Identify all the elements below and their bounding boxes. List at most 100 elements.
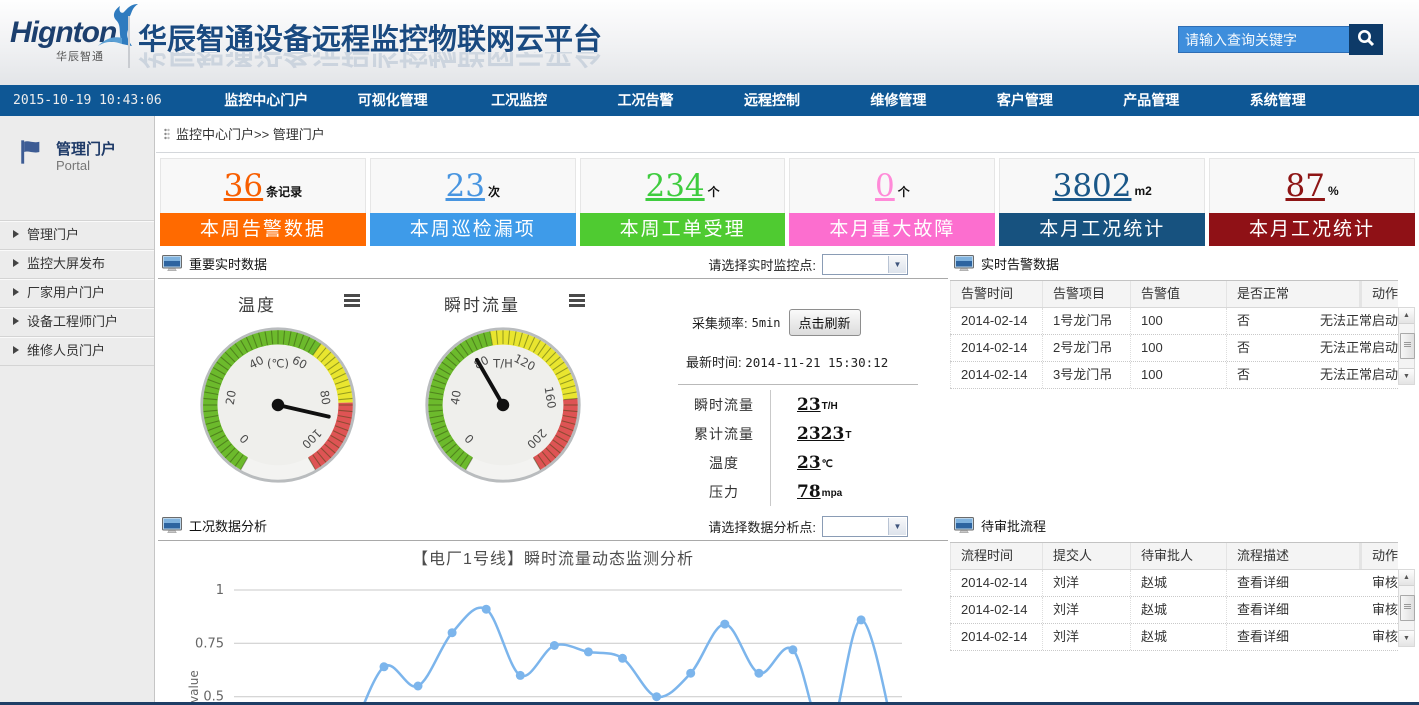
nav-item[interactable]: 工况监控 <box>456 85 582 116</box>
table-row[interactable]: 2014-02-143号龙门吊100否无法正常启动 <box>950 362 1398 389</box>
sidebar-item[interactable]: 管理门户 <box>0 220 154 249</box>
sidebar-header: 管理门户 Portal <box>0 116 154 220</box>
table-cell: 否 <box>1226 308 1310 334</box>
latest-time-row: 最新时间: 2014-11-21 15:30:12 <box>678 352 940 371</box>
scroll-thumb[interactable] <box>1400 333 1415 359</box>
nav-item[interactable]: 可视化管理 <box>329 85 455 116</box>
stat-card-top: 87 % <box>1209 158 1415 213</box>
stat-value[interactable]: 36 <box>224 171 263 202</box>
reading-row: 瞬时流量 23 T/H <box>678 390 918 419</box>
analysis-title-row: 工况数据分析 <box>162 516 267 535</box>
vertical-scrollbar[interactable]: ▲ ▼ <box>1398 307 1415 385</box>
reading-unit: ℃ <box>822 459 833 470</box>
stat-label-bar: 本周巡检漏项 <box>370 213 576 246</box>
table-row[interactable]: 2014-02-141号龙门吊100否无法正常启动 <box>950 308 1398 335</box>
stat-unit: 次 <box>488 183 500 200</box>
nav-item[interactable]: 监控中心门户 <box>203 85 329 116</box>
table-row[interactable]: 2014-02-14刘洋赵城查看详细审核 <box>950 570 1398 597</box>
sidebar-item-label: 管理门户 <box>27 227 79 242</box>
freq-label: 采集频率: <box>692 313 748 332</box>
realtime-panel-header: 重要实时数据 请选择实时监控点: ▼ <box>158 251 948 279</box>
flow-gauge: 04080120160200T/H <box>421 323 585 487</box>
reading-row: 压力 78 mpa <box>678 477 918 506</box>
logo-subtext: 华辰智通 <box>56 48 128 64</box>
stat-card-top: 36 条记录 <box>160 158 366 213</box>
alarm-table-header: 告警时间告警项目告警值是否正常动作 <box>950 280 1398 308</box>
alarms-panel-header: 实时告警数据 <box>950 251 1415 278</box>
nav-item[interactable]: 系统管理 <box>1215 85 1341 116</box>
stat-value[interactable]: 23 <box>446 171 485 202</box>
temperature-gauge: 020406080100(℃) <box>196 323 360 487</box>
reading-label: 压力 <box>678 482 770 502</box>
sidebar-item[interactable]: 监控大屏发布 <box>0 249 154 278</box>
stat-value[interactable]: 234 <box>645 171 704 202</box>
table-cell: 查看详细 <box>1226 624 1362 650</box>
table-cell: 2014-02-14 <box>950 362 1042 388</box>
sidebar-item[interactable]: 设备工程师门户 <box>0 307 154 336</box>
reading-value[interactable]: 23 <box>797 395 821 415</box>
dropdown-arrow-icon[interactable]: ▼ <box>888 256 906 273</box>
svg-text:value: value <box>187 670 201 703</box>
reading-value-cell: 23 ℃ <box>770 448 833 477</box>
table-row[interactable]: 2014-02-142号龙门吊100否无法正常启动 <box>950 335 1398 362</box>
scroll-down-button[interactable]: ▼ <box>1399 368 1414 384</box>
stat-label-bar: 本周告警数据 <box>160 213 366 246</box>
flow-chart: 10.750.5value <box>158 573 948 705</box>
nav-item[interactable]: 产品管理 <box>1088 85 1214 116</box>
dropdown-arrow-icon[interactable]: ▼ <box>888 518 906 535</box>
approvals-title-row: 待审批流程 <box>954 516 1046 535</box>
nav-item[interactable]: 远程控制 <box>709 85 835 116</box>
nav-item[interactable]: 工况告警 <box>582 85 708 116</box>
stat-value[interactable]: 87 <box>1285 171 1324 202</box>
svg-text:0.75: 0.75 <box>195 636 224 651</box>
scroll-up-button[interactable]: ▲ <box>1399 570 1414 586</box>
readings-table: 瞬时流量 23 T/H 累计流量 2323 T <box>678 384 918 506</box>
caret-icon <box>13 259 19 267</box>
scroll-thumb[interactable] <box>1400 595 1415 621</box>
sidebar: 管理门户 Portal 管理门户 监控大屏发布 厂家用户门户 <box>0 116 155 705</box>
analysis-panel-header: 工况数据分析 请选择数据分析点: ▼ <box>158 513 948 541</box>
table-cell: 查看详细 <box>1226 570 1362 596</box>
reading-label: 累计流量 <box>678 424 770 444</box>
reading-value[interactable]: 78 <box>797 482 821 502</box>
gauge-menu-icon[interactable] <box>344 294 360 309</box>
nav-item[interactable]: 客户管理 <box>962 85 1088 116</box>
reading-value[interactable]: 2323 <box>797 424 844 444</box>
search-input[interactable] <box>1178 26 1352 53</box>
gauge-menu-icon[interactable] <box>569 294 585 309</box>
scroll-down-button[interactable]: ▼ <box>1399 630 1414 646</box>
table-row[interactable]: 2014-02-14刘洋赵城查看详细审核 <box>950 597 1398 624</box>
gauge-title: 瞬时流量 <box>411 291 553 316</box>
approvals-panel: 待审批流程 流程时间提交人待审批人流程描述动作 2014-02-14刘洋赵城查看… <box>950 513 1415 705</box>
stat-card: 234 个 本周工单受理 <box>580 158 786 246</box>
table-row[interactable]: 2014-02-14刘洋赵城查看详细审核 <box>950 624 1398 651</box>
table-cell: 2014-02-14 <box>950 624 1042 650</box>
svg-text:1: 1 <box>216 583 224 598</box>
table-header-cell: 提交人 <box>1042 543 1130 569</box>
sidebar-item[interactable]: 维修人员门户 <box>0 336 154 366</box>
analysis-point-selector: 请选择数据分析点: ▼ <box>708 516 908 537</box>
vertical-scrollbar[interactable]: ▲ ▼ <box>1398 569 1415 647</box>
svg-text:40: 40 <box>448 389 464 406</box>
analysis-point-select[interactable]: ▼ <box>822 516 908 537</box>
monitor-point-select[interactable]: ▼ <box>822 254 908 275</box>
stat-unit: % <box>1328 184 1339 198</box>
stat-label-bar: 本周工单受理 <box>580 213 786 246</box>
nav-item[interactable]: 维修管理 <box>835 85 961 116</box>
stat-value[interactable]: 3802 <box>1053 171 1132 202</box>
scroll-up-button[interactable]: ▲ <box>1399 308 1414 324</box>
realtime-panel-title-row: 重要实时数据 <box>162 254 267 273</box>
reading-unit: T <box>845 430 851 441</box>
table-header-cell: 待审批人 <box>1130 543 1226 569</box>
table-cell: 刘洋 <box>1042 597 1130 623</box>
stat-value[interactable]: 0 <box>875 171 895 202</box>
realtime-panel: 重要实时数据 请选择实时监控点: ▼ 温度 020406080100(℃) <box>158 251 948 511</box>
header: Hignton 华辰智通 华辰智通设备远程监控物联网云平台 华辰智通设备远程监控… <box>0 0 1419 85</box>
search-button[interactable] <box>1349 24 1383 55</box>
refresh-button[interactable]: 点击刷新 <box>789 309 861 336</box>
reading-value[interactable]: 23 <box>797 453 821 473</box>
reading-label: 瞬时流量 <box>678 395 770 415</box>
alarm-table-body: 2014-02-141号龙门吊100否无法正常启动 2014-02-142号龙门… <box>950 308 1415 389</box>
sidebar-item[interactable]: 厂家用户门户 <box>0 278 154 307</box>
gauge-title-row: 瞬时流量 <box>411 291 611 315</box>
